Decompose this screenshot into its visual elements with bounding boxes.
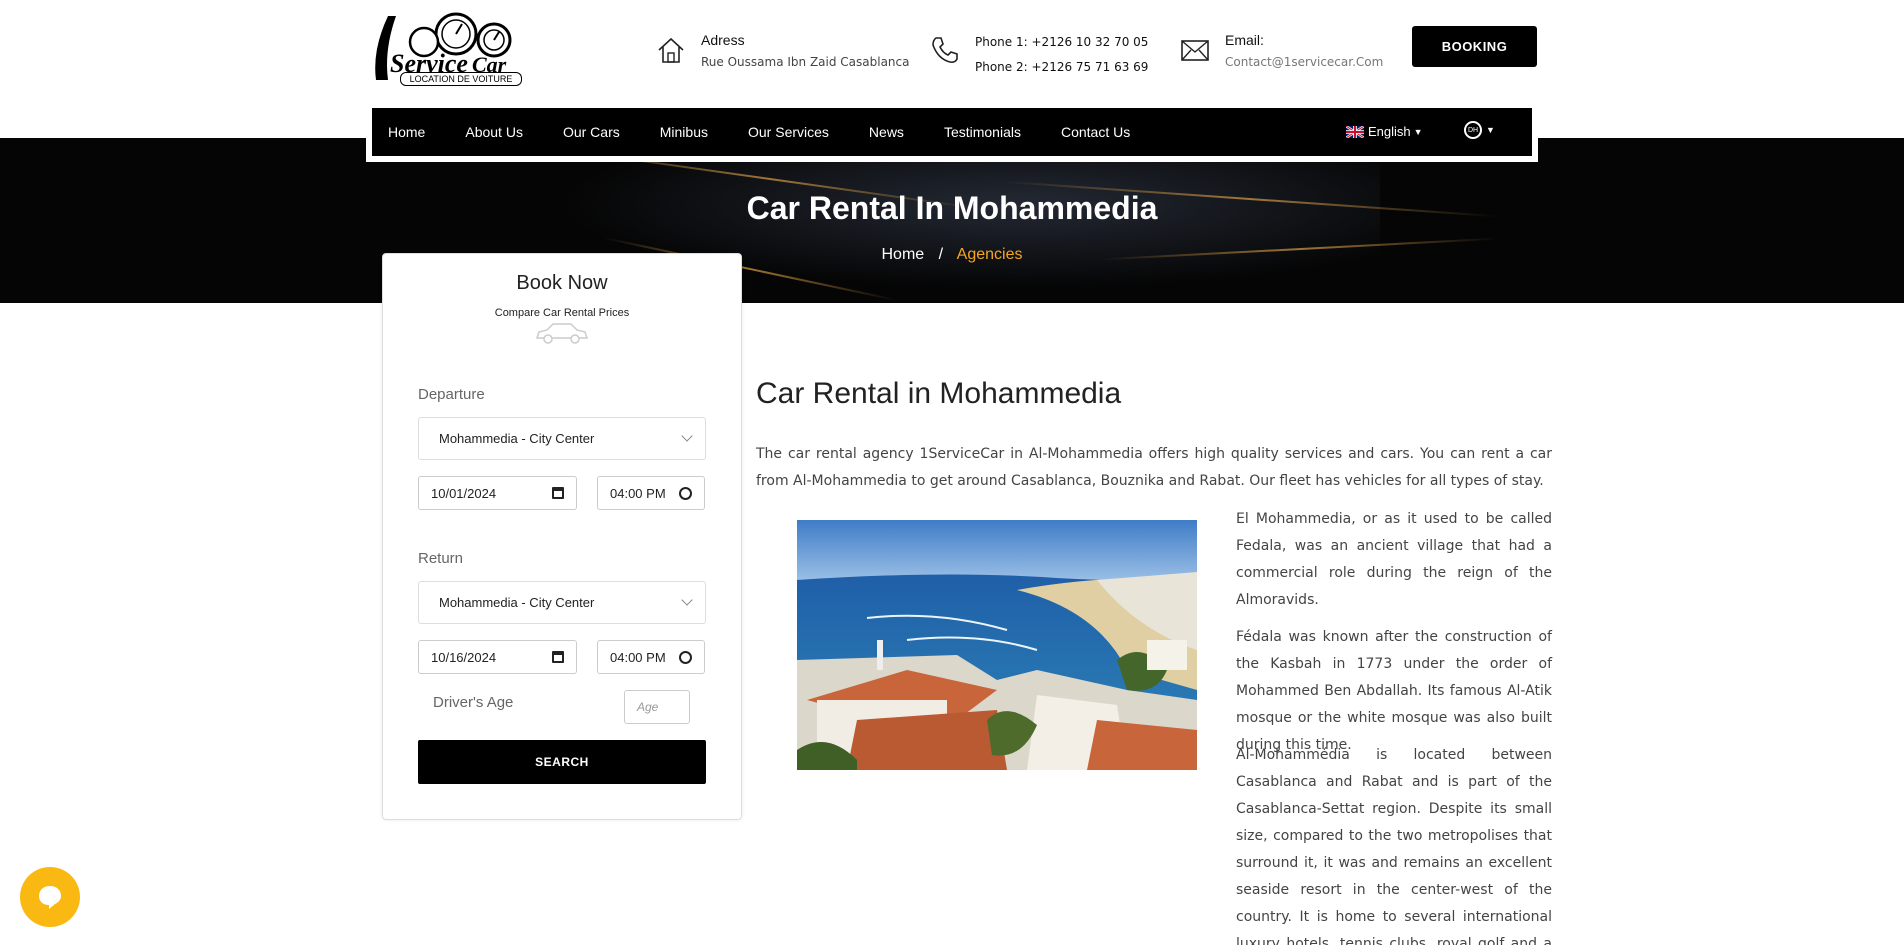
return-location-value: Mohammedia - City Center (439, 595, 595, 610)
envelope-icon (1179, 34, 1215, 70)
driver-age-label: Driver's Age (433, 694, 514, 711)
nav-item-our-services[interactable]: Our Services (748, 124, 829, 140)
nav-item-testimonials[interactable]: Testimonials (944, 124, 1021, 140)
history-paragraph-1: El Mohammedia, or as it used to be calle… (1236, 511, 1552, 608)
page-title: Car Rental In Mohammedia (746, 190, 1158, 226)
mohammedia-beach-photo (797, 520, 1197, 770)
logo-caption: LOCATION DE VOITURE (400, 72, 522, 86)
return-time-input[interactable]: 04:00 PM (597, 640, 705, 674)
booking-button[interactable]: BOOKING (1412, 26, 1537, 67)
clock-icon (679, 487, 692, 500)
departure-date-input[interactable]: 10/01/2024 (418, 476, 577, 510)
currency-badge: DH (1464, 121, 1482, 139)
currency-selector[interactable]: DH ▼ (1464, 121, 1495, 139)
breadcrumb-current: Agencies (956, 246, 1023, 263)
departure-time-input[interactable]: 04:00 PM (597, 476, 705, 510)
breadcrumb: Home / Agencies (0, 246, 1904, 264)
phone-icon (929, 34, 965, 70)
departure-location-select[interactable]: Mohammedia - City Center (418, 417, 706, 460)
nav-item-about-us[interactable]: About Us (465, 124, 523, 140)
home-icon (655, 34, 691, 70)
breadcrumb-separator: / (938, 246, 944, 263)
return-date-input[interactable]: 10/16/2024 (418, 640, 577, 674)
departure-location-value: Mohammedia - City Center (439, 431, 595, 446)
language-label: English (1368, 124, 1411, 139)
address-block: Adress Rue Oussama Ibn Zaid Casablanca (655, 30, 909, 74)
nav-item-minibus[interactable]: Minibus (660, 124, 708, 140)
uk-flag-icon (1346, 125, 1364, 138)
chat-icon (39, 886, 61, 909)
email-value[interactable]: Contact@1servicecar.Com (1225, 50, 1383, 74)
phone1-value: +2126 10 32 70 05 (1031, 35, 1149, 49)
return-location-select[interactable]: Mohammedia - City Center (418, 581, 706, 624)
chat-widget-button[interactable] (20, 867, 80, 927)
chevron-down-icon (681, 430, 693, 442)
address-label: Adress (701, 32, 745, 48)
chevron-down-icon (681, 594, 693, 606)
phone2-label: Phone 2: (975, 60, 1028, 74)
phone2-line[interactable]: Phone 2: +2126 75 71 63 69 (975, 55, 1148, 80)
breadcrumb-home[interactable]: Home (882, 246, 925, 263)
email-block: Email: Contact@1servicecar.Com (1179, 30, 1383, 74)
clock-icon (679, 651, 692, 664)
caret-down-icon: ▼ (1486, 125, 1495, 135)
departure-label: Departure (418, 386, 485, 403)
booking-form-card: Book Now Compare Car Rental Prices Depar… (382, 253, 742, 820)
caret-down-icon: ▼ (1413, 126, 1423, 137)
return-label: Return (418, 550, 464, 567)
calendar-icon (552, 651, 564, 663)
phone-block: Phone 1: +2126 10 32 70 05 Phone 2: +212… (929, 30, 1148, 80)
location-paragraph: Al-Mohammédia is located between Casabla… (1236, 747, 1552, 945)
email-label: Email: (1225, 32, 1264, 48)
nav-item-news[interactable]: News (869, 124, 904, 140)
search-button[interactable]: SEARCH (418, 740, 706, 784)
phone1-label: Phone 1: (975, 35, 1028, 49)
return-date-value: 10/16/2024 (431, 650, 497, 665)
booking-subtitle: Compare Car Rental Prices (494, 307, 630, 319)
history-paragraph-2: Fédala was known after the construction … (1236, 629, 1552, 753)
departure-time-value: 04:00 PM (610, 486, 666, 501)
content-title: Car Rental in Mohammedia (756, 377, 1122, 410)
calendar-icon (552, 487, 564, 499)
main-nav: Home About Us Our Cars Minibus Our Servi… (372, 108, 1532, 156)
phone1-line[interactable]: Phone 1: +2126 10 32 70 05 (975, 30, 1148, 55)
language-selector[interactable]: English ▼ (1346, 124, 1423, 139)
car-icon (533, 320, 589, 346)
address-value: Rue Oussama Ibn Zaid Casablanca (701, 55, 910, 69)
main-nav-wrapper: Home About Us Our Cars Minibus Our Servi… (366, 108, 1538, 162)
nav-item-contact-us[interactable]: Contact Us (1061, 124, 1130, 140)
return-time-value: 04:00 PM (610, 650, 666, 665)
driver-age-input[interactable]: Age (624, 690, 690, 724)
nav-item-home[interactable]: Home (388, 124, 425, 140)
nav-item-our-cars[interactable]: Our Cars (563, 124, 620, 140)
intro-paragraph: The car rental agency 1ServiceCar in Al-… (756, 446, 1552, 489)
phone2-value: +2126 75 71 63 69 (1031, 60, 1149, 74)
departure-date-value: 10/01/2024 (431, 486, 497, 501)
booking-title: Book Now (516, 272, 608, 294)
